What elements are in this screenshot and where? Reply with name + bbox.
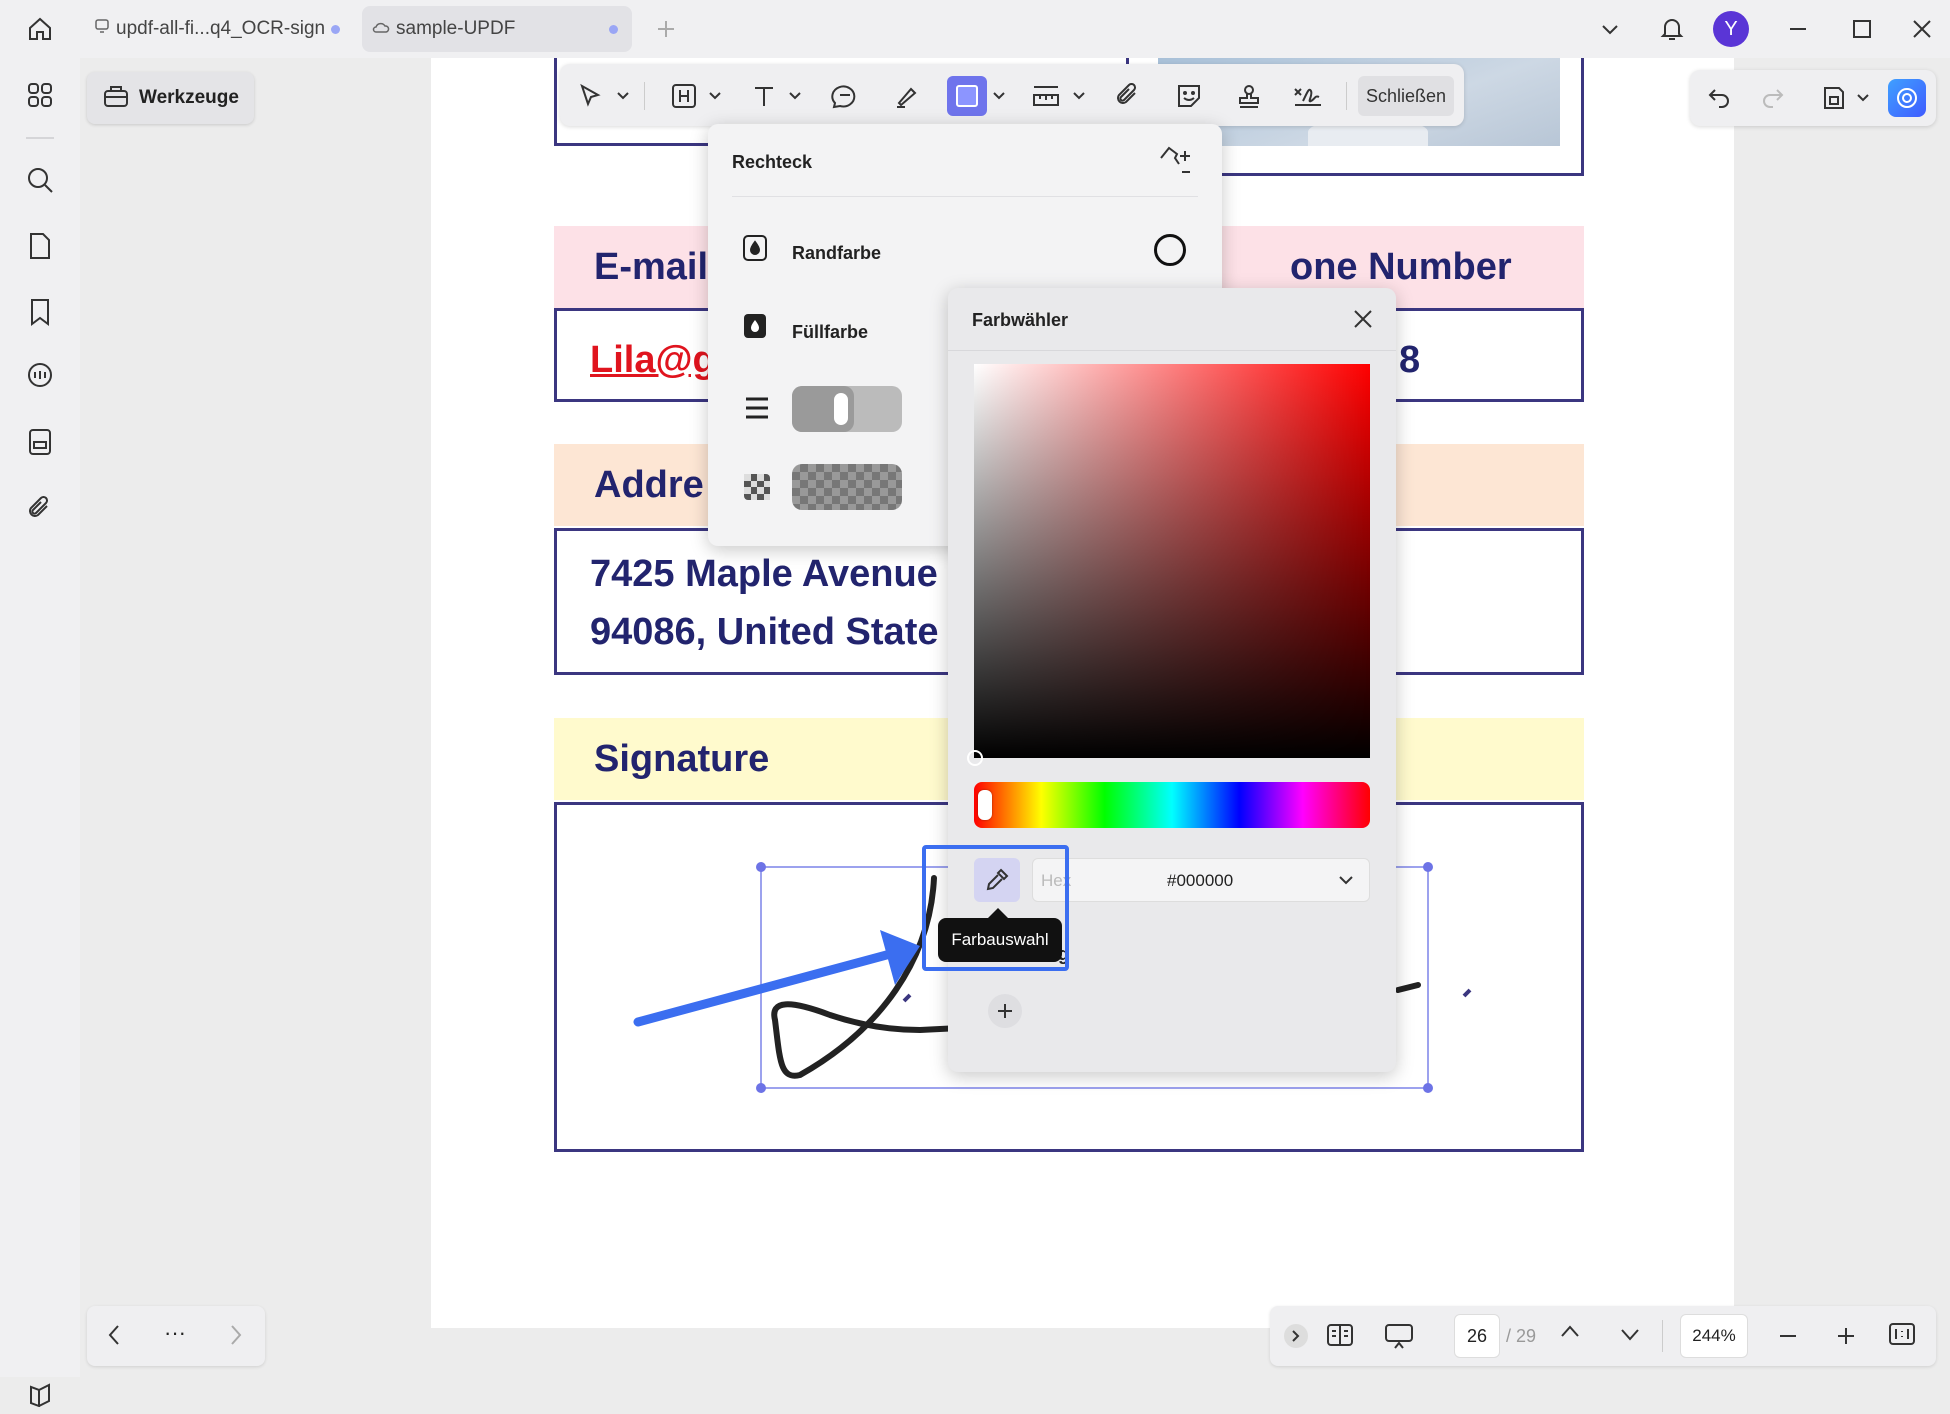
chevron-left-icon[interactable] (107, 1324, 121, 1351)
bottom-nav-left: ··· (87, 1306, 265, 1366)
panel-divider (732, 196, 1198, 197)
comment-icon[interactable] (825, 76, 865, 116)
measure-icon[interactable] (1026, 76, 1066, 116)
highlighter-icon[interactable] (886, 76, 926, 116)
border-color-label: Randfarbe (792, 243, 882, 263)
color-picker-title: Farbwähler (972, 310, 1069, 330)
panel-divider (948, 350, 1396, 351)
hex-input[interactable]: Hex #000000 (1032, 858, 1370, 902)
next-page-icon[interactable] (1620, 1328, 1640, 1347)
saturation-value-area[interactable] (967, 364, 1370, 766)
theme-toggle-icon[interactable] (20, 1374, 60, 1414)
previous-page-icon[interactable] (1560, 1324, 1580, 1343)
bottom-status-bar: 26 / 29 244% (1270, 1306, 1936, 1366)
fill-color-label: Füllfarbe (792, 322, 869, 342)
chevron-down-icon[interactable] (708, 86, 722, 106)
more-button[interactable]: ··· (164, 1320, 186, 1346)
close-toolbar-button[interactable]: Schließen (1358, 76, 1454, 116)
chevron-down-icon[interactable] (1339, 873, 1353, 891)
pin-icon[interactable] (1158, 144, 1192, 179)
zoom-level[interactable]: 244% (1680, 1314, 1748, 1358)
hue-slider[interactable] (974, 782, 1370, 828)
undo-icon[interactable] (1699, 78, 1739, 118)
chevron-down-icon[interactable] (788, 86, 802, 106)
chevron-down-icon[interactable] (1072, 86, 1086, 106)
heading-icon[interactable] (664, 76, 704, 116)
signature-icon[interactable] (1288, 76, 1328, 116)
expand-icon[interactable] (1284, 1324, 1308, 1348)
select-cursor-icon[interactable] (570, 76, 610, 116)
attachment-icon[interactable] (1108, 76, 1148, 116)
signature-stroke-end (1395, 982, 1421, 993)
color-cursor[interactable] (967, 750, 983, 766)
chevron-down-icon[interactable] (1856, 88, 1870, 108)
border-color-swatch[interactable] (1154, 234, 1186, 266)
tooltip-arrow (988, 908, 1008, 918)
top-right-actions (1690, 70, 1936, 126)
ai-assistant-icon[interactable] (1888, 79, 1926, 117)
save-icon[interactable] (1814, 78, 1854, 118)
add-color-button[interactable] (988, 994, 1022, 1028)
slider-thumb[interactable] (834, 393, 848, 425)
text-icon[interactable] (744, 76, 784, 116)
chevron-right-icon[interactable] (229, 1324, 243, 1351)
stamp-icon[interactable] (1229, 76, 1269, 116)
annotation-arrow (633, 945, 910, 1027)
presentation-icon[interactable] (1384, 1322, 1414, 1355)
redo-icon[interactable] (1753, 78, 1793, 118)
zoom-out-icon[interactable] (1778, 1326, 1798, 1351)
sticker-icon[interactable] (1169, 76, 1209, 116)
opacity-icon (744, 474, 770, 505)
opacity-slider[interactable] (792, 464, 902, 510)
reading-mode-icon[interactable] (1326, 1322, 1354, 1353)
rectangle-tool-button[interactable] (947, 76, 987, 116)
chevron-down-icon[interactable] (616, 86, 630, 106)
tooltip: Farbauswahl (938, 918, 1062, 962)
panel-title: Rechteck (732, 152, 813, 172)
annotation-toolbar: Schließen (560, 64, 1464, 126)
hue-thumb[interactable] (978, 790, 992, 820)
hex-value[interactable]: #000000 (1167, 871, 1233, 891)
line-width-slider[interactable] (792, 386, 902, 432)
zoom-in-icon[interactable] (1836, 1326, 1856, 1351)
toolbar-divider (1346, 82, 1347, 110)
line-weight-icon (744, 396, 770, 425)
plus-icon (998, 1004, 1012, 1018)
toolbar-divider (644, 82, 645, 110)
drop-filled-icon (742, 312, 768, 345)
chevron-down-icon[interactable] (992, 86, 1006, 106)
close-icon[interactable] (1352, 308, 1374, 335)
drop-outline-icon (742, 234, 768, 267)
total-pages: / 29 (1506, 1326, 1537, 1346)
actual-size-icon[interactable] (1888, 1322, 1916, 1351)
status-divider (1662, 1320, 1663, 1352)
page-number-input[interactable]: 26 (1454, 1314, 1500, 1358)
